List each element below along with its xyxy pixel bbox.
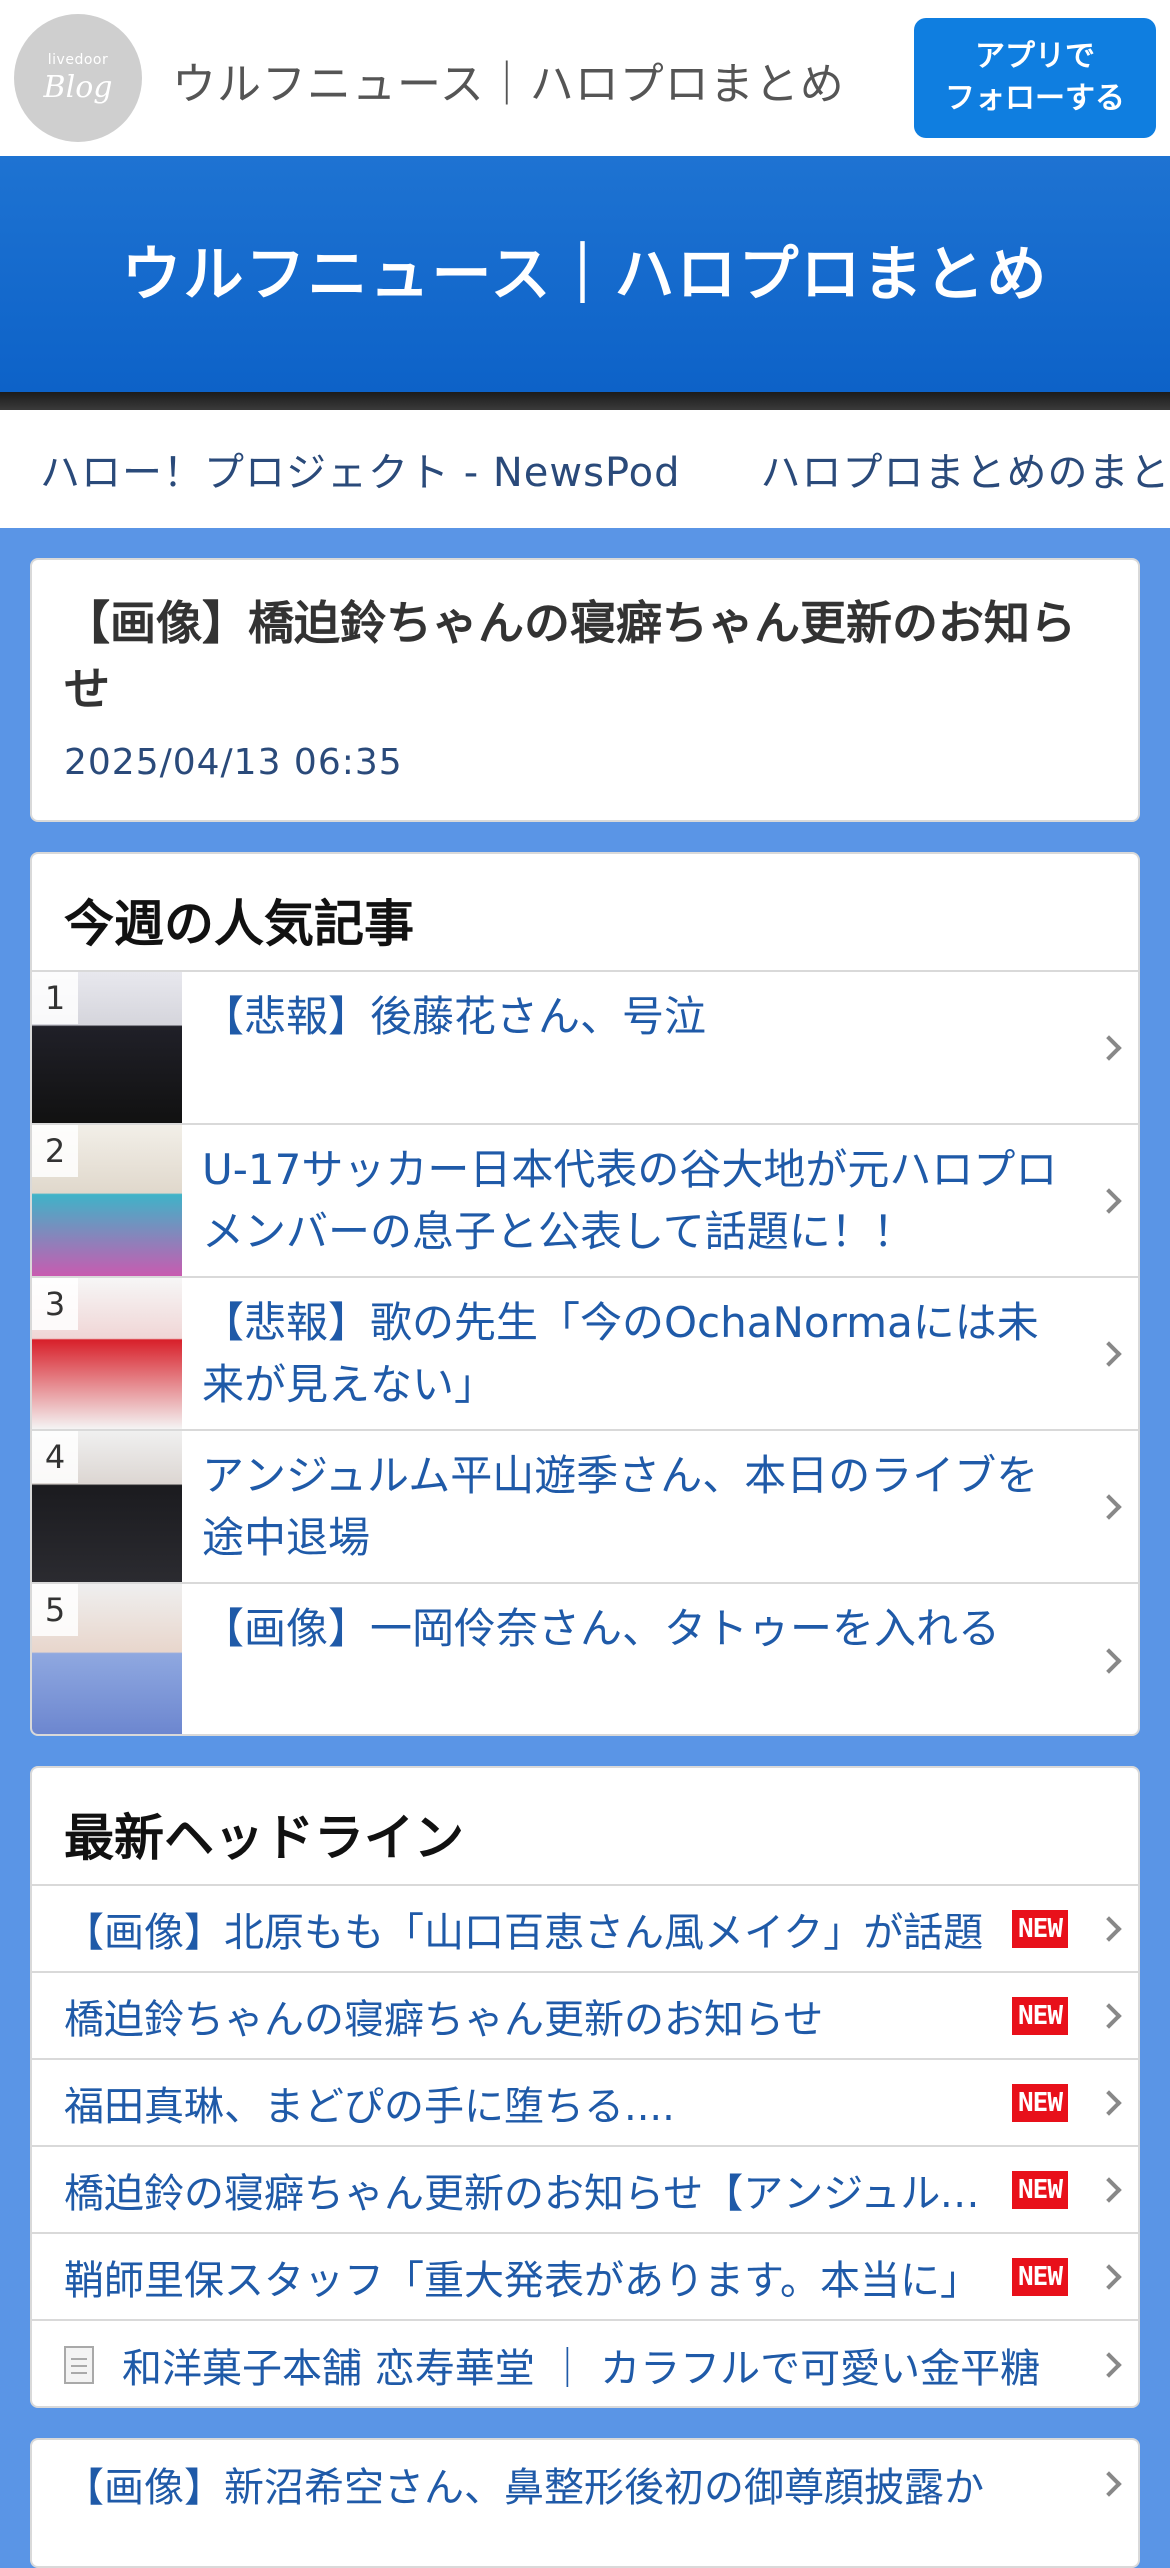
chevron-right-icon	[1096, 2470, 1122, 2497]
chevron-right-icon	[1096, 2263, 1122, 2290]
headline-item[interactable]: 橋迫鈴ちゃんの寝癖ちゃん更新のお知らせ NEW	[32, 1973, 1138, 2060]
follow-line-2: フォローする	[945, 81, 1125, 116]
rank-number: 1	[32, 972, 78, 1024]
nav-link-newspod[interactable]: ハロー！プロジェクト - NewsPod	[40, 440, 681, 498]
chevron-right-icon	[1096, 2176, 1122, 2203]
popular-item[interactable]: 2 U-17サッカー日本代表の谷大地が元ハロプロメンバーの息子と公表して話題に！…	[32, 1125, 1138, 1278]
article-header-card: 【画像】橋迫鈴ちゃんの寝癖ちゃん更新のお知らせ 2025/04/13 06:35	[30, 558, 1140, 822]
headline-title: 【画像】新沼希空さん、鼻整形後初の御尊顔披露か	[64, 2464, 984, 2511]
headline-title: 鞘師里保スタッフ「重大発表があります。本当に」	[64, 2257, 980, 2304]
thumbnail-image: 4	[32, 1431, 182, 1582]
headline-title: 福田真琳、まどぴの手に堕ちる....	[64, 2083, 675, 2130]
blog-banner[interactable]: ウルフニュース｜ハロプロまとめ	[0, 156, 1170, 392]
headline-title: 和洋菓子本舗 恋寿華堂 ｜ カラフルで可愛い金平糖	[122, 2345, 1041, 2392]
document-icon	[64, 2345, 94, 2384]
nav-link-matome-antenna[interactable]: ハロプロまとめのまとめアンテナ	[761, 440, 1170, 498]
more-headlines-card: 【画像】新沼希空さん、鼻整形後初の御尊顔披露か	[30, 2438, 1140, 2568]
headline-item[interactable]: 橋迫鈴の寝癖ちゃん更新のお知らせ【アンジュルム】 NEW	[32, 2147, 1138, 2234]
popular-item-title: 【画像】一岡伶奈さん、タトゥーを入れる	[202, 1604, 1001, 1653]
headline-item[interactable]: 福田真琳、まどぴの手に堕ちる.... NEW	[32, 2060, 1138, 2147]
new-badge: NEW	[1012, 2257, 1068, 2296]
follow-line-1: アプリで	[975, 39, 1095, 74]
headlines-section-title: 最新ヘッドライン	[32, 1768, 1138, 1886]
antenna-links-bar: ハロー！プロジェクト - NewsPod ハロプロまとめのまとめアンテナ	[0, 410, 1170, 528]
popular-item-title: U-17サッカー日本代表の谷大地が元ハロプロメンバーの息子と公表して話題に！！	[202, 1145, 1058, 1256]
headline-title: 橋迫鈴の寝癖ちゃん更新のお知らせ【アンジュルム】	[64, 2170, 1005, 2217]
rank-number: 2	[32, 1125, 78, 1177]
headline-title: 【画像】北原もも「山口百恵さん風メイク」が話題	[64, 1909, 984, 1956]
popular-item[interactable]: 4 アンジュルム平山遊季さん、本日のライブを途中退場	[32, 1431, 1138, 1584]
follow-in-app-button[interactable]: アプリで フォローする	[914, 18, 1156, 138]
logo-small-text: livedoor	[47, 51, 109, 68]
new-badge: NEW	[1012, 2083, 1068, 2122]
chevron-right-icon	[1096, 1915, 1122, 1942]
headline-item[interactable]: 鞘師里保スタッフ「重大発表があります。本当に」 NEW	[32, 2234, 1138, 2321]
logo-big-text: Blog	[43, 69, 113, 105]
popular-item-title: アンジュルム平山遊季さん、本日のライブを途中退場	[202, 1451, 1039, 1562]
chevron-right-icon	[1096, 2089, 1122, 2116]
rank-number: 5	[32, 1584, 78, 1636]
weekly-popular-card: 今週の人気記事 1 【悲報】後藤花さん、号泣 2 U-17サッカー日本代表の谷大…	[30, 852, 1140, 1736]
latest-headlines-card: 最新ヘッドライン 【画像】北原もも「山口百恵さん風メイク」が話題 NEW 橋迫鈴…	[30, 1766, 1140, 2408]
popular-section-title: 今週の人気記事	[32, 854, 1138, 972]
headline-item[interactable]: 【画像】北原もも「山口百恵さん風メイク」が話題 NEW	[32, 1886, 1138, 1973]
chevron-right-icon	[1096, 2351, 1122, 2378]
banner-divider	[0, 392, 1170, 410]
popular-item[interactable]: 5 【画像】一岡伶奈さん、タトゥーを入れる	[32, 1584, 1138, 1734]
headline-title: 橋迫鈴ちゃんの寝癖ちゃん更新のお知らせ	[64, 1996, 824, 2043]
site-name-link[interactable]: ウルフニュース｜ハロプロまとめ	[172, 48, 845, 112]
popular-item-title: 【悲報】後藤花さん、号泣	[202, 992, 707, 1041]
popular-item[interactable]: 1 【悲報】後藤花さん、号泣	[32, 972, 1138, 1125]
chevron-right-icon	[1096, 2002, 1122, 2029]
thumbnail-image: 3	[32, 1278, 182, 1429]
thumbnail-image: 5	[32, 1584, 182, 1734]
popular-item-title: 【悲報】歌の先生「今のOchaNormaには未来が見えない」	[202, 1298, 1039, 1409]
article-date: 2025/04/13 06:35	[64, 742, 403, 783]
top-header: livedoor Blog ウルフニュース｜ハロプロまとめ アプリで フォローす…	[0, 0, 1170, 156]
headline-item-ad[interactable]: 和洋菓子本舗 恋寿華堂 ｜ カラフルで可愛い金平糖	[32, 2321, 1138, 2406]
headline-item[interactable]: 【画像】新沼希空さん、鼻整形後初の御尊顔披露か	[32, 2440, 1138, 2527]
thumbnail-image: 1	[32, 972, 182, 1123]
livedoor-blog-logo[interactable]: livedoor Blog	[14, 14, 142, 142]
banner-title: ウルフニュース｜ハロプロまとめ	[121, 239, 1049, 310]
new-badge: NEW	[1012, 1996, 1068, 2035]
new-badge: NEW	[1012, 2170, 1068, 2209]
thumbnail-image: 2	[32, 1125, 182, 1276]
article-title: 【画像】橋迫鈴ちゃんの寝癖ちゃん更新のお知らせ	[64, 596, 1076, 716]
rank-number: 4	[32, 1431, 78, 1483]
popular-item[interactable]: 3 【悲報】歌の先生「今のOchaNormaには未来が見えない」	[32, 1278, 1138, 1431]
new-badge: NEW	[1012, 1909, 1068, 1948]
rank-number: 3	[32, 1278, 78, 1330]
